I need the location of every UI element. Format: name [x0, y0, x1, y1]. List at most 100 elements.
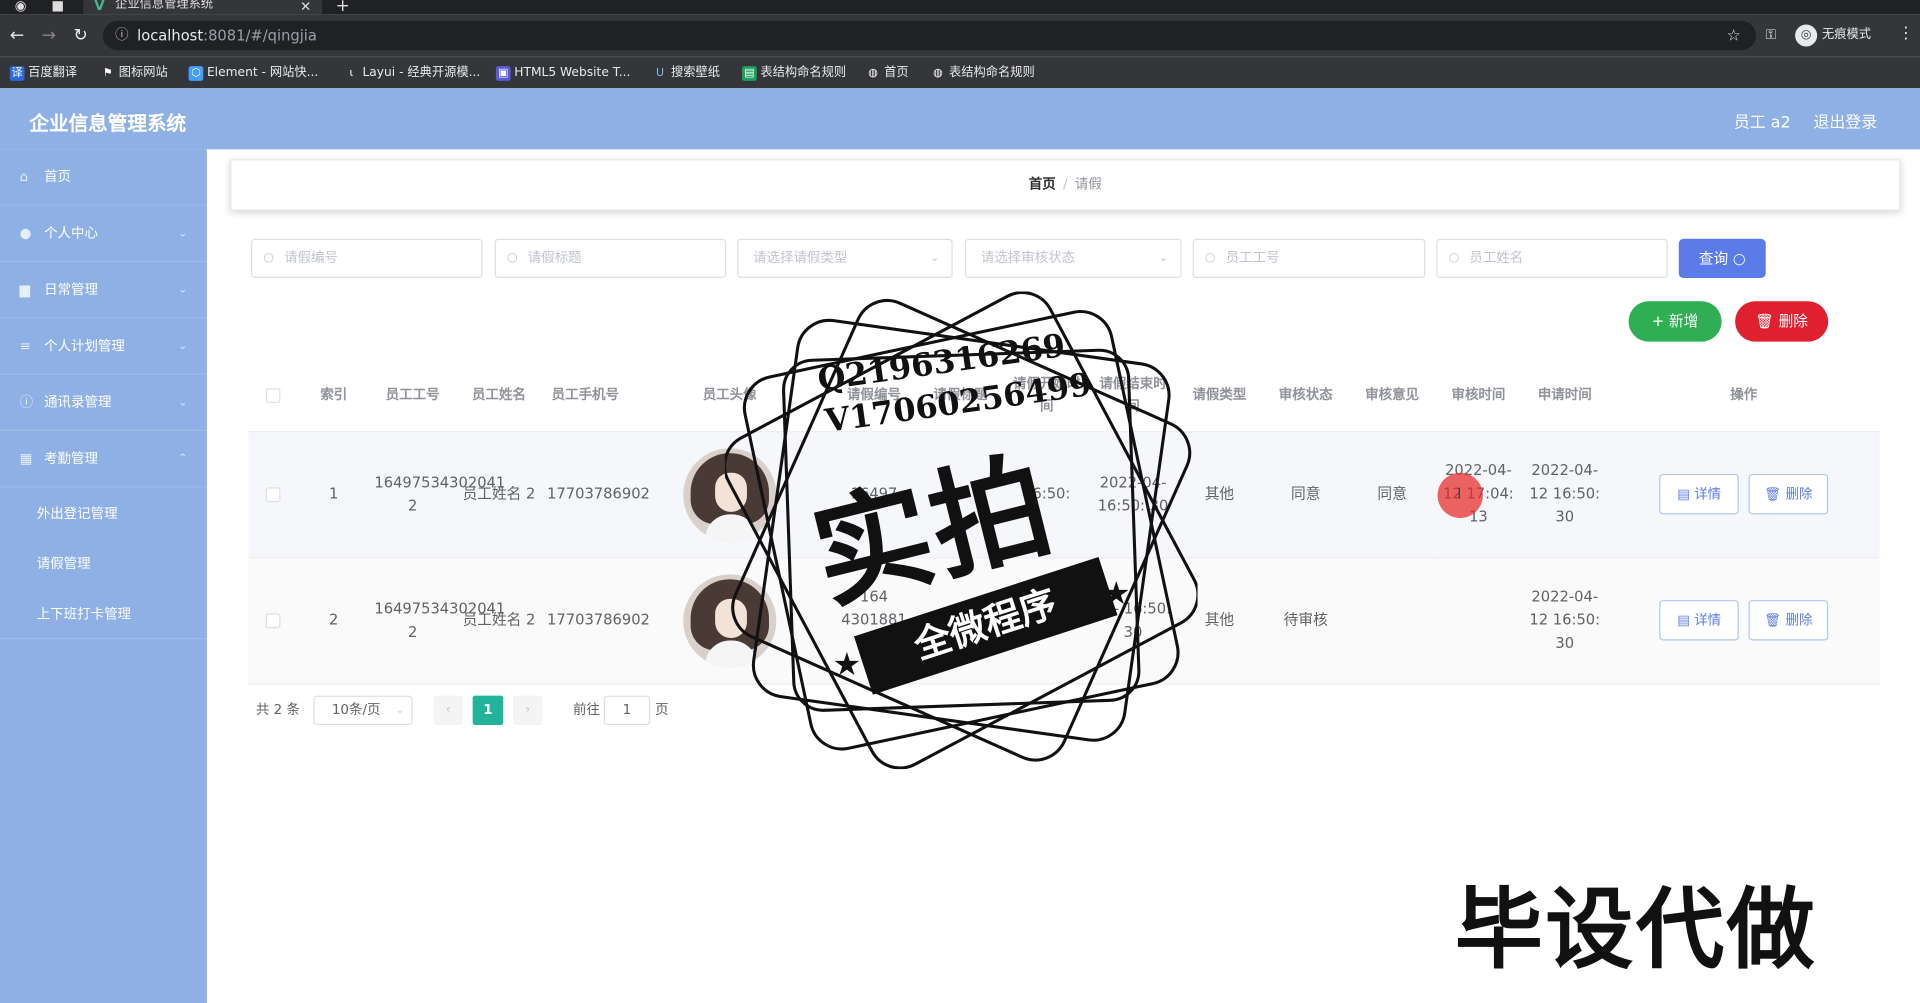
screen: ◉ ■ 企业信息管理系统 V ✕ + ← → ↻ ⓘ localhost:808… — [0, 0, 1920, 1003]
breadcrumb: 首页 / 请假 — [230, 159, 1901, 211]
add-button[interactable]: + 新增 — [1628, 301, 1722, 342]
bookmark-item[interactable]: 译百度翻译 — [9, 64, 77, 84]
search-icon: ○ — [263, 251, 274, 265]
query-button[interactable]: 查询 ○ — [1678, 238, 1766, 278]
breadcrumb-separator: / — [1063, 176, 1068, 193]
next-page-button[interactable]: › — [513, 695, 543, 725]
row-checkbox[interactable] — [265, 486, 281, 502]
bookmark-star-icon[interactable]: ☆ — [1727, 27, 1741, 45]
column-header: 员工工号 — [369, 360, 456, 432]
goto-page-input[interactable]: 1 — [603, 695, 651, 725]
info-icon: ⓘ — [19, 394, 34, 411]
app-title: 企业信息管理系统 — [29, 111, 187, 135]
chevron-down-icon: ⌄ — [395, 704, 405, 716]
detail-button[interactable]: ▤ 详情 — [1659, 600, 1739, 641]
goto-label: 前往 — [573, 701, 601, 718]
row-checkbox[interactable] — [265, 612, 281, 628]
detail-button[interactable]: ▤ 详情 — [1659, 473, 1739, 515]
bookmark-item[interactable]: U 搜索壁纸 — [653, 64, 720, 84]
batch-delete-button[interactable]: 🗑 删除 — [1735, 301, 1829, 342]
site-info-icon[interactable]: ⓘ — [115, 21, 128, 50]
document-icon: ▆ — [19, 281, 30, 298]
bookmark-item[interactable]: ▤ 表结构命名规则 — [742, 64, 846, 84]
row-delete-button[interactable]: 🗑 删除 — [1748, 473, 1829, 515]
column-header: 审核时间 — [1435, 360, 1522, 432]
back-icon[interactable]: ← — [10, 26, 24, 46]
url-input[interactable]: ⓘ localhost:8081/#/qingjia — [102, 20, 1756, 51]
incognito-indicator[interactable]: ◎ 无痕模式 — [1795, 24, 1872, 47]
sidebar-item-plan[interactable]: ≡ 个人计划管理 ⌄ — [0, 318, 207, 375]
current-user[interactable]: 员工 a2 — [1734, 109, 1791, 132]
breadcrumb-home[interactable]: 首页 — [1029, 176, 1056, 192]
page-suffix: 页 — [655, 701, 669, 718]
sidebar-item-daily[interactable]: ▆ 日常管理 ⌄ — [0, 262, 207, 319]
leave-title-input[interactable]: ○ 请假标题 — [494, 238, 727, 278]
browser-app-icon: ◉ — [14, 0, 27, 14]
text-cursor-icon: I — [1457, 484, 1462, 503]
bookmark-item[interactable]: ◍ 首页 — [866, 64, 908, 84]
url-host: localhost — [137, 26, 204, 45]
sidebar-subitem-checkin[interactable]: 上下班打卡管理 — [0, 589, 207, 640]
select-all-checkbox[interactable] — [265, 387, 281, 403]
cell-status: 待审核 — [1262, 557, 1349, 684]
globe-icon: ◍ — [933, 67, 943, 80]
vue-icon: V — [94, 0, 105, 14]
new-tab-icon[interactable]: + — [336, 0, 350, 16]
row-select-cell — [248, 431, 298, 558]
sidebar-item-contacts[interactable]: ⓘ 通讯录管理 ⌄ — [0, 375, 207, 432]
bookmarks-bar: 译百度翻译 ⚑ 图标网站 ⬡ Element - 网站快... ι Layui - 经… — [0, 56, 1920, 89]
cell-actions: ▤ 详情 🗑 删除 — [1607, 557, 1880, 684]
sidebar-item-profile[interactable]: ● 个人中心 ⌄ — [0, 206, 207, 263]
emp-no-input[interactable]: ○ 员工工号 — [1192, 238, 1426, 278]
key-icon[interactable]: ⚿ — [1766, 27, 1776, 44]
sidebar-subitem-outing[interactable]: 外出登记管理 — [0, 489, 207, 539]
bookmark-item[interactable]: ι Layui - 经典开源模... — [344, 64, 481, 84]
bookmark-item[interactable]: ◍ 表结构命名规则 — [931, 64, 1035, 84]
cell-audit-time — [1435, 557, 1522, 684]
page-number-active[interactable]: 1 — [472, 695, 504, 725]
column-header: 操作 — [1607, 360, 1880, 432]
cell-opinion: 同意 — [1348, 431, 1436, 558]
mouse-cursor-highlight: I — [1437, 472, 1483, 519]
home-icon: ⌂ — [19, 169, 29, 185]
bookmark-item[interactable]: ⬡ Element - 网站快... — [188, 64, 318, 84]
page-size-select[interactable]: 10条/页 ⌄ — [313, 695, 413, 725]
emp-name-input[interactable]: ○ 员工姓名 — [1436, 238, 1668, 278]
sidebar-item-home[interactable]: ⌂ 首页 — [0, 149, 207, 206]
sidebar-subitem-leave[interactable]: 请假管理 — [0, 539, 207, 589]
overlay-text: 毕设代做 — [1454, 878, 1818, 981]
chevron-down-icon: ⌄ — [178, 396, 188, 410]
column-header: 员工姓名 — [455, 360, 543, 432]
chevron-down-icon: ⌄ — [178, 227, 188, 241]
bookmark-item[interactable]: ⚑ 图标网站 — [100, 64, 168, 84]
leave-no-input[interactable]: ○ 请假编号 — [251, 238, 483, 278]
prev-page-button[interactable]: ‹ — [433, 695, 463, 725]
cell-apply-time: 2022-04- 12 16:50: 30 — [1521, 557, 1608, 684]
chevron-down-icon: ⌄ — [178, 340, 188, 353]
trash-icon: 🗑 — [1764, 612, 1782, 629]
leave-type-select[interactable]: 请选择请假类型 ⌄ — [737, 238, 953, 278]
bookmark-item[interactable]: ▣ HTML5 Website T... — [495, 64, 630, 84]
user-icon: ● — [19, 225, 32, 242]
audit-status-select[interactable]: 请选择审核状态 ⌄ — [964, 238, 1182, 278]
browser-tab-active[interactable]: 企业信息管理系统 — [83, 0, 323, 15]
cell-emp-no: 16497534302041 2 — [369, 557, 505, 684]
column-header: 审核意见 — [1348, 360, 1436, 432]
row-select-cell — [248, 557, 298, 684]
close-tab-icon[interactable]: ✕ — [300, 0, 311, 15]
reload-icon[interactable]: ↻ — [73, 26, 87, 46]
cell-actions: ▤ 详情 🗑 删除 — [1607, 431, 1880, 558]
star-icon: ★ — [1102, 575, 1131, 613]
document-icon: ▤ — [1677, 612, 1690, 629]
more-menu-icon[interactable]: ⋮ — [1898, 24, 1914, 42]
app-header: 企业信息管理系统 员工 a2 退出登录 — [0, 88, 1920, 150]
forward-icon[interactable]: → — [42, 26, 56, 46]
cell-apply-time: 2022-04- 12 16:50: 30 — [1521, 431, 1608, 558]
cell-emp-no: 16497534302041 2 — [369, 431, 505, 558]
watermark-stamp: Q2196316269 V17060256499 实拍 全微程序 ★ ★ — [724, 291, 1198, 770]
sidebar-item-attendance[interactable]: ▦ 考勤管理 ⌃ — [0, 431, 207, 488]
search-icon: ○ — [1204, 251, 1216, 265]
logout-link[interactable]: 退出登录 — [1813, 109, 1877, 132]
incognito-label: 无痕模式 — [1822, 28, 1872, 42]
row-delete-button[interactable]: 🗑 删除 — [1748, 600, 1829, 641]
